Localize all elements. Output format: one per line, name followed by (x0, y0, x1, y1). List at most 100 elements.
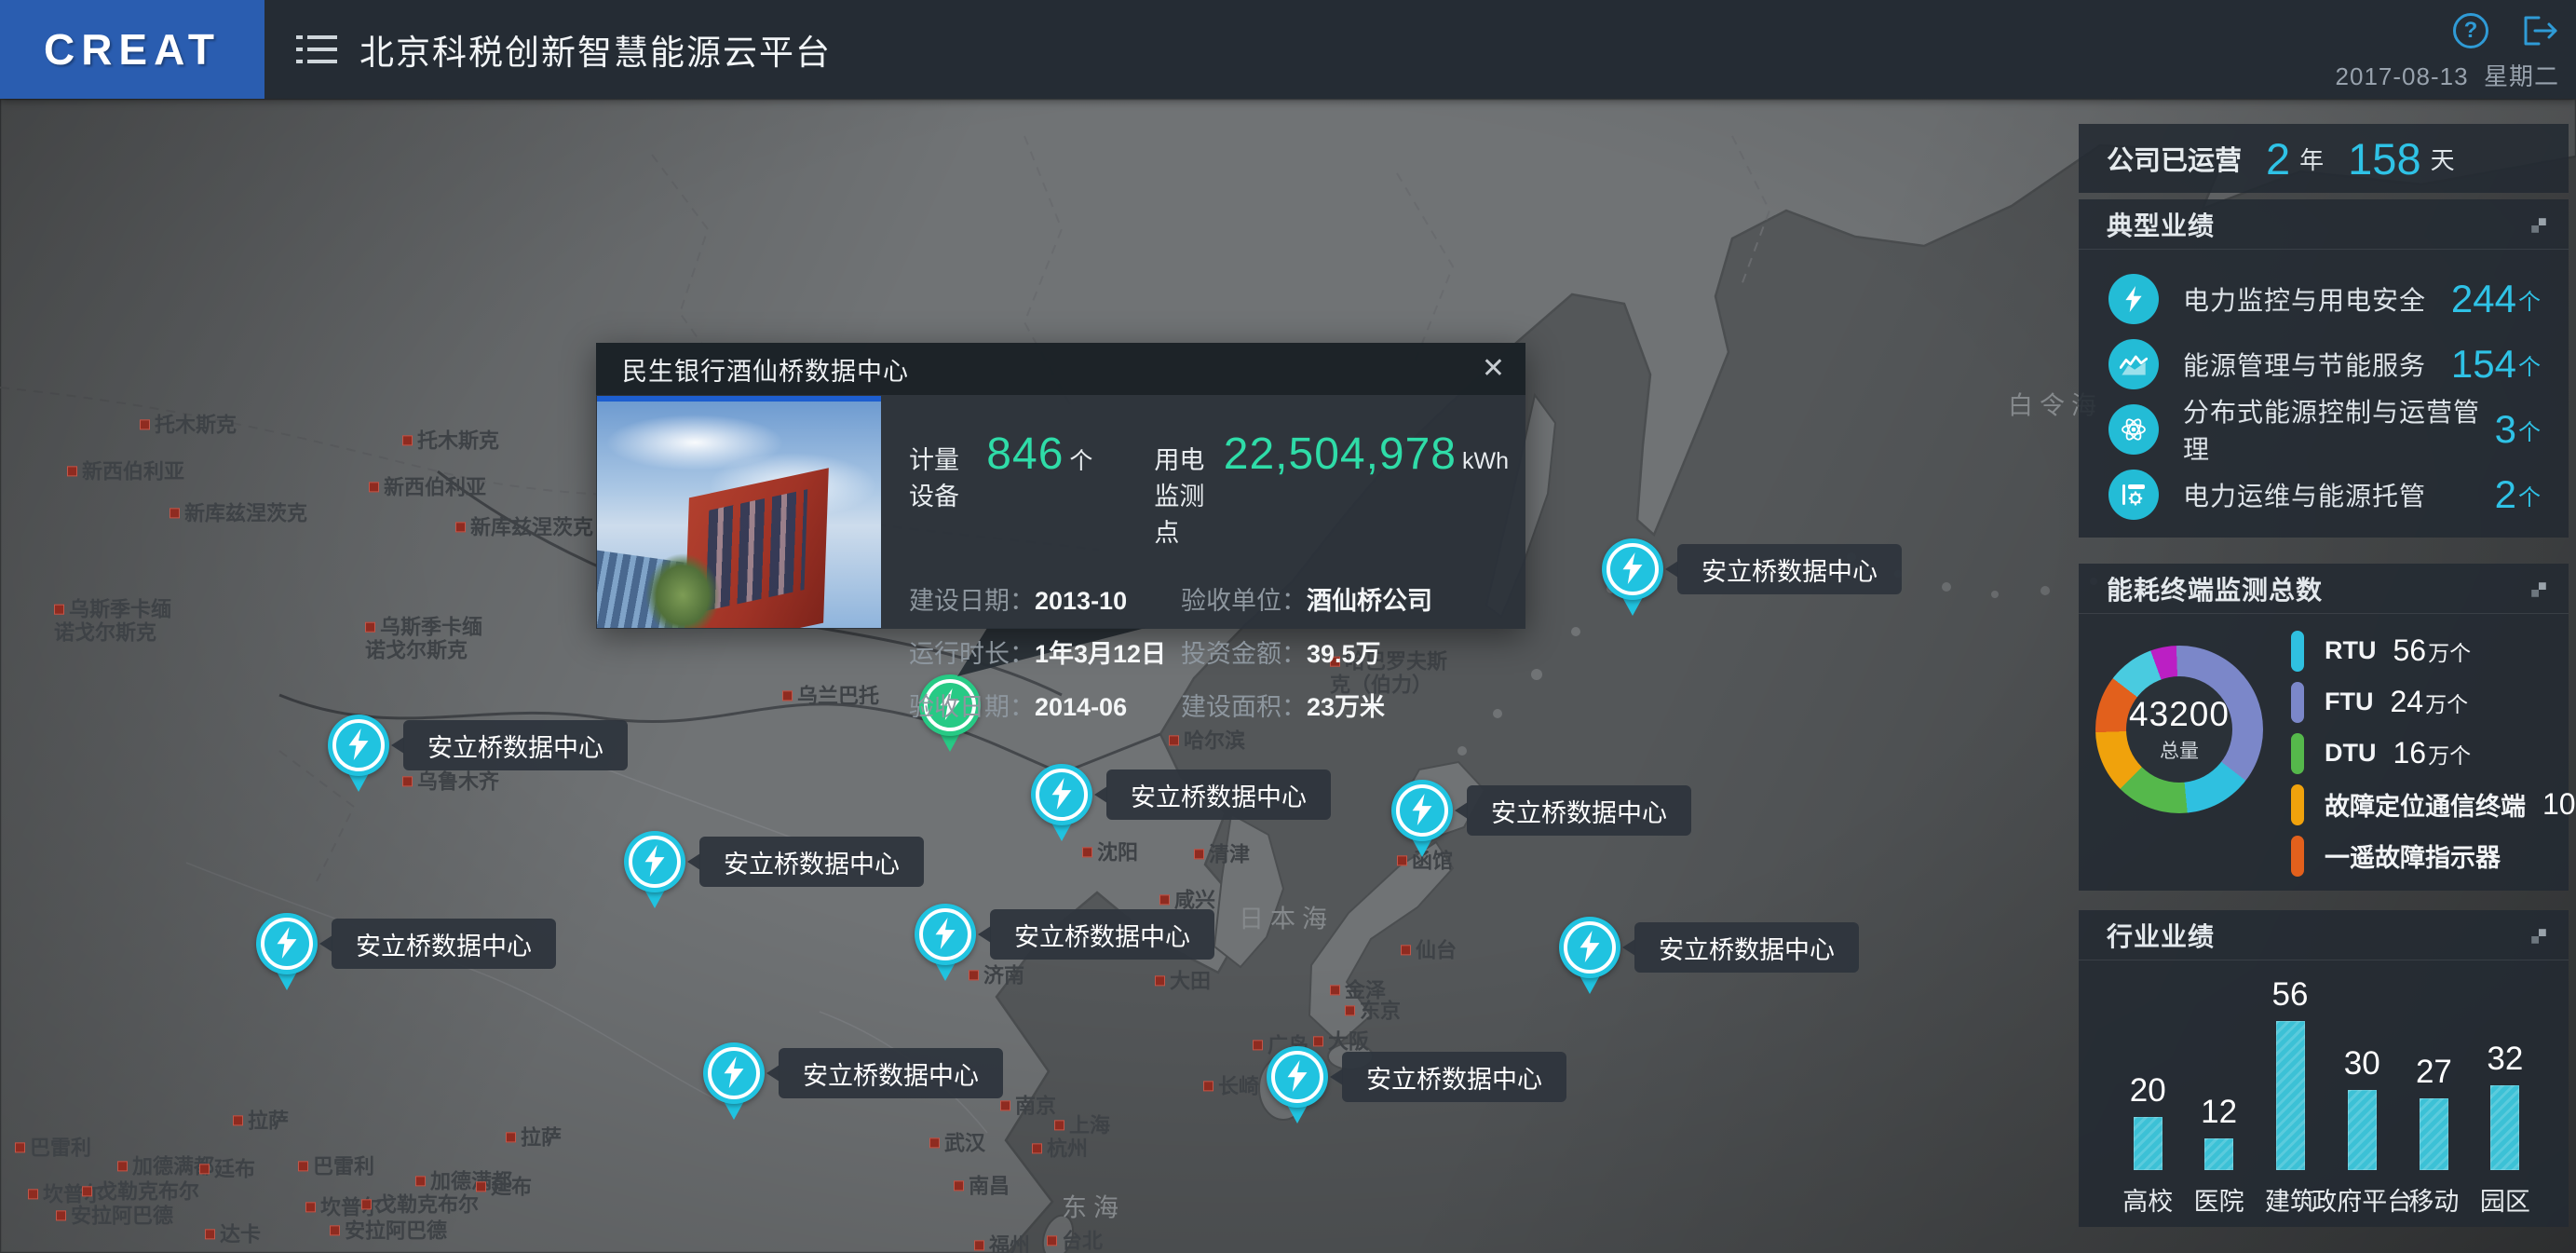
legend-color-marker (2291, 784, 2304, 825)
pin-label-bubble[interactable]: 安立桥数据中心 (990, 909, 1214, 960)
typical-item-label: 电力运维与能源托管 (2183, 476, 2426, 513)
map-city-label: 乌斯季卡缅 诺戈尔斯克 (365, 616, 482, 663)
popup-kpis: 计量设备 846 个 用电监测点 22,504,978 kWh (909, 429, 1509, 549)
expand-icon[interactable] (2529, 580, 2548, 599)
legend-unit: 万个 (2425, 687, 2468, 718)
expand-icon[interactable] (2529, 216, 2548, 235)
panel-header: 能耗终端监测总数 (2079, 564, 2569, 614)
terminal-monitor-panel: 能耗终端监测总数 43200 总量 RTU 56 万个 (2079, 564, 2569, 891)
industry-bar (2348, 1090, 2377, 1170)
bar-category: 高校 (2122, 1181, 2173, 1218)
kpi-unit: kWh (1462, 448, 1509, 475)
map-sea-label: 日本海 (1239, 899, 1334, 935)
legend-row: DTU 16 万个 (2291, 728, 2563, 779)
pin-marker[interactable] (328, 715, 389, 776)
page-title: 北京科税创新智慧能源云平台 (359, 0, 832, 99)
detail-label: 投资金额： (1181, 640, 1307, 668)
pin-label-bubble[interactable]: 安立桥数据中心 (1342, 1052, 1566, 1102)
kpi-unit: 个 (1069, 443, 1092, 476)
map-city-label: 咸兴 (1159, 888, 1215, 911)
help-icon[interactable]: ? (2453, 13, 2488, 48)
legend-label: 一遥故障指示器 (2325, 838, 2501, 874)
detail-value: 1年3月12日 (1035, 640, 1166, 668)
lightning-icon (344, 729, 373, 760)
legend-color-marker (2291, 682, 2304, 723)
typical-item-label: 分布式能源控制与运营管理 (2183, 392, 2495, 467)
map-city-label: 大田 (1155, 969, 1211, 992)
typical-item-energy-mgmt[interactable]: 能源管理与节能服务 154 个 (2079, 332, 2569, 397)
map-city-label: 台北 (1047, 1229, 1103, 1252)
map-city-label: 安拉阿巴德 (330, 1219, 447, 1242)
industry-bar-chart: 20 高校 12 医院 56 建筑 30 (2101, 972, 2552, 1218)
map-city-label: 安拉阿巴德 (56, 1204, 173, 1227)
industry-performance-panel: 行业业绩 20 高校 12 医院 56 (2079, 910, 2569, 1227)
popup-detail: 投资金额：39.5万 (1181, 633, 1509, 670)
legend-row: 一遥故障指示器 (2291, 830, 2563, 881)
pin-marker[interactable] (1031, 764, 1092, 825)
detail-label: 验收日期： (909, 693, 1035, 721)
map-city-label: 拉萨 (233, 1109, 289, 1132)
typical-performance-panel: 典型业绩 电力监控与用电安全 244 个 能源管理与节能服务 154 个 (2079, 199, 2569, 538)
header-icons: ? (2336, 9, 2559, 52)
map-city-label: 济南 (969, 963, 1024, 987)
pin-marker[interactable] (703, 1042, 765, 1104)
map-city-label: 新西伯利亚 (67, 459, 184, 483)
logout-icon[interactable] (2522, 14, 2559, 48)
map-city-label: 哈尔滨 (1169, 729, 1245, 752)
typical-item-power-ops[interactable]: 电力运维与能源托管 2 个 (2079, 462, 2569, 527)
legend-label: FTU (2325, 688, 2373, 716)
industry-bar (2490, 1085, 2519, 1170)
bar-column: 32 园区 (2470, 972, 2541, 1218)
pin-label-bubble[interactable]: 安立桥数据中心 (1106, 770, 1331, 820)
detail-label: 验收单位： (1181, 587, 1307, 615)
menu-icon[interactable] (296, 34, 339, 67)
map-city-label: 大阪 (1313, 1029, 1369, 1053)
donut-center: 43200 总量 (2126, 676, 2232, 783)
pin-marker[interactable] (915, 904, 976, 965)
typical-item-value: 154 (2451, 342, 2516, 387)
lightning-icon (1618, 552, 1647, 584)
map-city-label: 杭州 (1032, 1137, 1088, 1160)
app-header: CREAT 北京科税创新智慧能源云平台 ? 2017-08-13 星期二 (0, 0, 2576, 99)
legend-row: RTU 56 万个 (2291, 625, 2563, 676)
popup-title: 民生银行酒仙桥数据中心 (622, 351, 909, 388)
detail-value: 酒仙桥公司 (1307, 587, 1432, 615)
expand-icon[interactable] (2529, 927, 2548, 946)
map-city-label: 南京 (1000, 1094, 1056, 1117)
donut-total-value: 43200 (2129, 695, 2230, 734)
pin-marker[interactable] (624, 831, 685, 892)
bar-value: 56 (2272, 976, 2309, 1014)
pin-label-bubble[interactable]: 安立桥数据中心 (1634, 922, 1859, 973)
typical-list: 电力监控与用电安全 244 个 能源管理与节能服务 154 个 分布式能源控制与… (2079, 250, 2569, 527)
lightning-icon (2108, 274, 2159, 324)
legend-value: 10 (2542, 787, 2576, 822)
pin-marker[interactable] (1602, 538, 1663, 600)
typical-item-distributed-energy[interactable]: 分布式能源控制与运营管理 3 个 (2079, 397, 2569, 462)
operation-days-unit: 天 (2431, 142, 2455, 176)
typical-item-power-safety[interactable]: 电力监控与用电安全 244 个 (2079, 266, 2569, 332)
pin-marker[interactable] (1391, 780, 1453, 841)
pin-label-bubble[interactable]: 安立桥数据中心 (699, 837, 924, 887)
operation-banner: 公司已运营 2 年 158 天 (2079, 124, 2569, 193)
pin-label-bubble[interactable]: 安立桥数据中心 (779, 1048, 1003, 1098)
dashboard-screen: 托木斯克 新西伯利亚 新库兹涅茨克 乌斯季卡缅 诺戈尔斯克 托木斯克 新西伯利亚… (0, 0, 2576, 1253)
kpi-value: 22,504,978 (1224, 429, 1457, 480)
pin-label-bubble[interactable]: 安立桥数据中心 (1467, 785, 1691, 836)
bar-value: 30 (2344, 1045, 2380, 1083)
pin-label-bubble[interactable]: 安立桥数据中心 (403, 720, 628, 770)
typical-item-unit: 个 (2518, 348, 2541, 381)
pin-marker[interactable] (1559, 917, 1620, 978)
bar-value: 32 (2487, 1041, 2523, 1078)
bar-category: 移动 (2408, 1181, 2459, 1218)
pin-marker[interactable] (256, 913, 318, 974)
kpi-value: 846 (986, 429, 1064, 480)
close-icon[interactable]: ✕ (1482, 352, 1505, 385)
popup-detail: 建设面积：23万米 (1181, 687, 1509, 723)
popup-details: 建设日期：2013-10 验收单位：酒仙桥公司 运行时长：1年3月12日 投资金… (909, 580, 1509, 723)
industry-bar (2134, 1117, 2162, 1170)
pin-marker[interactable] (1267, 1046, 1328, 1108)
legend-unit: 万个 (2428, 635, 2471, 667)
lightning-icon (640, 845, 670, 877)
pin-label-bubble[interactable]: 安立桥数据中心 (1677, 544, 1902, 594)
pin-label-bubble[interactable]: 安立桥数据中心 (332, 919, 556, 969)
